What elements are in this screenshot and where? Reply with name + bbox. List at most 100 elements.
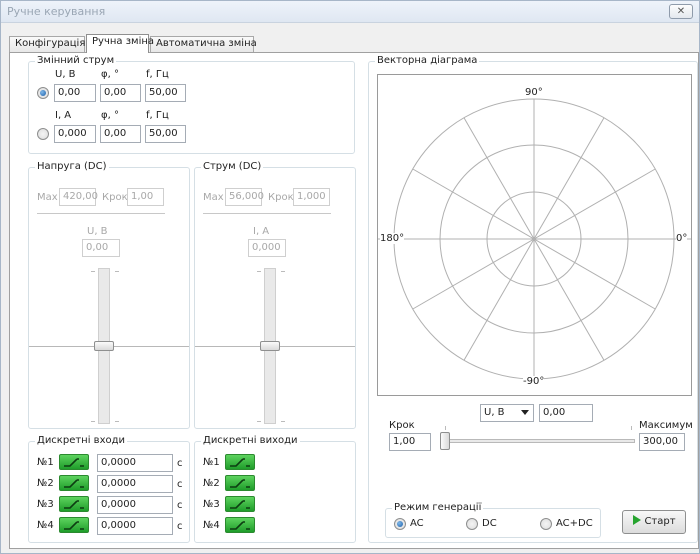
ac-u-header-freq: f, Гц — [146, 69, 169, 80]
dc-current-slider-thumb[interactable] — [260, 341, 280, 351]
dc-current-step-input[interactable]: 1,000 — [293, 188, 330, 206]
ac-current-input[interactable]: 0,000 — [54, 125, 96, 143]
dc-voltage-max-input[interactable]: 420,00 — [59, 188, 98, 206]
ac-current-phase-input[interactable]: 0,00 — [100, 125, 141, 143]
discrete-output-switch[interactable] — [225, 454, 255, 470]
dc-current-group-label: Струм (DC) — [201, 161, 264, 172]
discrete-output-switch[interactable] — [225, 496, 255, 512]
dc-voltage-max-label: Max — [37, 192, 58, 203]
generation-mode-group: Режим генерації AC DC AC+DC — [385, 502, 601, 538]
generation-mode-radio-ac-plus-dc[interactable] — [540, 518, 552, 530]
discrete-input-switch[interactable] — [59, 517, 89, 533]
generation-mode-label: Режим генерації — [392, 502, 484, 513]
switch-icon — [64, 521, 84, 530]
angle-label-0: 0° — [676, 233, 688, 244]
dc-voltage-group-label: Напруга (DC) — [35, 161, 109, 172]
tab-panel-manual: Змінний струм U, В φ, ° f, Гц 0,00 0,00 … — [9, 52, 699, 549]
ac-group: Змінний струм U, В φ, ° f, Гц 0,00 0,00 … — [28, 55, 355, 154]
dc-voltage-value-input[interactable]: 0,00 — [82, 239, 120, 257]
ac-u-header-phase: φ, ° — [101, 69, 119, 80]
dc-current-tick-top-r — [281, 271, 285, 272]
dc-voltage-tick-top-r — [115, 271, 119, 272]
vector-quantity-select[interactable]: U, В — [480, 404, 534, 422]
ac-voltage-radio[interactable] — [37, 87, 49, 99]
tab-configuration[interactable]: Конфігурація — [9, 36, 85, 52]
switch-icon — [64, 479, 84, 488]
discrete-outputs-group: Дискретні виходи №1 №2 №3 №4 — [194, 435, 356, 543]
discrete-input-time[interactable]: 0,0000 — [97, 475, 173, 493]
dc-voltage-slider-thumb[interactable] — [94, 341, 114, 351]
angle-label-180: 180° — [380, 233, 405, 244]
manual-control-window: Ручне керування ✕ Конфігурація Ручна змі… — [0, 0, 700, 554]
discrete-input-switch[interactable] — [59, 454, 89, 470]
angle-label-minus-90: -90° — [523, 376, 545, 387]
ac-i-header-current: I, A — [55, 110, 72, 121]
discrete-input-time[interactable]: 0,0000 — [97, 496, 173, 514]
generation-mode-option-label: AC — [410, 518, 424, 529]
ac-voltage-input[interactable]: 0,00 — [54, 84, 96, 102]
discrete-input-unit: с — [177, 500, 183, 511]
vector-slider-thumb[interactable] — [440, 432, 450, 450]
switch-icon — [230, 479, 250, 488]
dc-voltage-divider — [37, 213, 165, 214]
switch-icon — [230, 500, 250, 509]
discrete-output-label: №2 — [203, 478, 220, 489]
chevron-down-icon — [521, 410, 529, 415]
dc-voltage-unit-label: U, В — [87, 226, 108, 237]
dc-voltage-step-input[interactable]: 1,00 — [127, 188, 164, 206]
tab-automatic-change[interactable]: Автоматична зміна — [150, 36, 257, 52]
dc-current-tick-bottom-r — [281, 421, 285, 422]
discrete-input-label: №2 — [37, 478, 54, 489]
start-button[interactable]: Старт — [622, 510, 686, 534]
close-button[interactable]: ✕ — [669, 4, 693, 19]
discrete-inputs-group: Дискретні входи №1 0,0000 с №2 0,0000 с №3 0,00… — [28, 435, 190, 543]
discrete-output-label: №1 — [203, 457, 220, 468]
vector-diagram-group: Векторна діаграма 90° 180° 0° -90° U, В … — [368, 55, 698, 543]
vector-step-label: Крок — [389, 420, 415, 431]
discrete-output-switch[interactable] — [225, 517, 255, 533]
vector-max-label: Максимум — [639, 420, 693, 431]
vector-value-input[interactable]: 0,00 — [539, 404, 593, 422]
dc-current-step-label: Крок — [268, 192, 294, 203]
ac-voltage-freq-input[interactable]: 50,00 — [145, 84, 186, 102]
discrete-inputs-label: Дискретні входи — [35, 435, 128, 446]
discrete-input-switch[interactable] — [59, 475, 89, 491]
ac-voltage-phase-input[interactable]: 0,00 — [100, 84, 141, 102]
vector-max-input[interactable]: 300,00 — [639, 433, 685, 451]
dc-voltage-tick-top — [91, 271, 95, 272]
switch-icon — [230, 458, 250, 467]
dc-current-value-input[interactable]: 0,000 — [248, 239, 286, 257]
dc-current-tick-bottom — [257, 421, 261, 422]
switch-icon — [64, 458, 84, 467]
vector-step-input[interactable]: 1,00 — [389, 433, 431, 451]
discrete-output-label: №3 — [203, 499, 220, 510]
dc-voltage-step-label: Крок — [102, 192, 128, 203]
discrete-output-switch[interactable] — [225, 475, 255, 491]
discrete-input-unit: с — [177, 479, 183, 490]
switch-icon — [230, 521, 250, 530]
vector-slider-track[interactable] — [441, 439, 635, 443]
tab-manual-change[interactable]: Ручна зміна — [86, 34, 154, 53]
discrete-input-unit: с — [177, 458, 183, 469]
generation-mode-radio-ac[interactable] — [394, 518, 406, 530]
discrete-input-unit: с — [177, 521, 183, 532]
discrete-input-label: №3 — [37, 499, 54, 510]
discrete-input-time[interactable]: 0,0000 — [97, 454, 173, 472]
discrete-input-time[interactable]: 0,0000 — [97, 517, 173, 535]
ac-current-radio[interactable] — [37, 128, 49, 140]
polar-grid — [378, 98, 691, 380]
angle-label-90: 90° — [525, 87, 543, 98]
vector-diagram-label: Векторна діаграма — [375, 55, 480, 66]
vector-slider-tick-max — [631, 426, 632, 430]
generation-mode-radio-dc[interactable] — [466, 518, 478, 530]
window-title: Ручне керування — [7, 5, 106, 18]
ac-current-freq-input[interactable]: 50,00 — [145, 125, 186, 143]
vector-slider-tick-min — [445, 426, 446, 430]
ac-i-header-freq: f, Гц — [146, 110, 169, 121]
discrete-input-switch[interactable] — [59, 496, 89, 512]
dc-current-group: Струм (DC) Max 56,000 Крок 1,000 I, A 0,… — [194, 161, 356, 429]
dc-current-max-input[interactable]: 56,000 — [225, 188, 264, 206]
ac-group-label: Змінний струм — [35, 55, 117, 66]
discrete-outputs-label: Дискретні виходи — [201, 435, 300, 446]
switch-icon — [64, 500, 84, 509]
